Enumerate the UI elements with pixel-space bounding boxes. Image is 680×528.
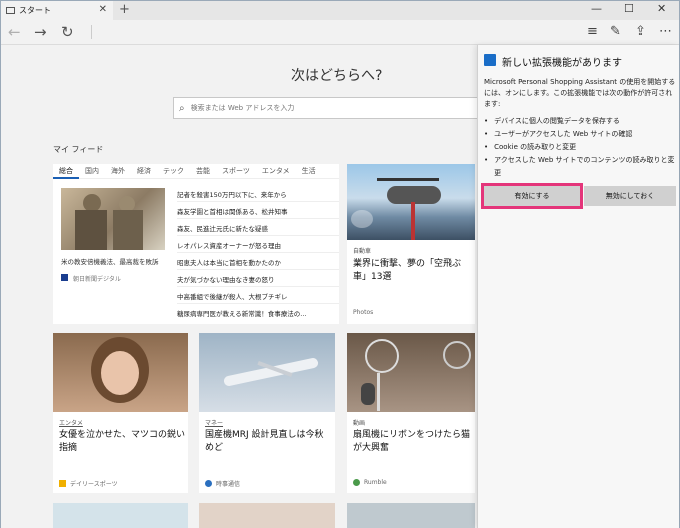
more-icon[interactable]: ⋯ [659,24,672,39]
keep-disabled-button[interactable]: 無効にしておく [584,186,676,206]
search-box[interactable]: ⌕ [173,97,518,119]
news-card-cat[interactable]: 動画 扇風機にリボンをつけたら猫が大興奮 Rumble [347,333,475,493]
card-title: 女優を泣かせた、マツコの鋭い指摘 [59,430,186,453]
headline-row[interactable]: 森友学園と首相は関係ある、松井知事 [177,203,339,219]
close-window-button[interactable]: ✕ [657,2,666,15]
search-input[interactable] [190,104,491,112]
share-icon[interactable]: ⇪ [635,24,646,39]
permission-list: • デバイスに個人の閲覧データを保存する • ユーザーがアクセスした Web サイト… [484,115,676,180]
category-tabs: 総合 国内 海外 経済 テック 芸能 スポーツ エンタメ 生活 [53,164,339,179]
card-title: 扇風機にリボンをつけたら猫が大興奮 [353,430,471,453]
tab-category[interactable]: テック [157,166,190,176]
tab-category[interactable]: 生活 [296,166,322,176]
extension-description: Microsoft Personal Shopping Assistant の使… [484,78,676,108]
tab-category[interactable]: 芸能 [190,166,216,176]
tab-category[interactable]: 経済 [131,166,157,176]
airplane-photo [199,333,335,412]
flying-car-photo [347,164,475,240]
tab-category[interactable]: 国内 [79,166,105,176]
tab-close-icon[interactable]: ✕ [99,4,107,15]
enable-button[interactable]: 有効にする [481,183,583,209]
forward-arrow-icon[interactable]: → [34,23,47,41]
card-source: 時事通信 [205,479,240,488]
main-news-caption[interactable]: 米の教安倍機義法、最高裁を敗訴 [61,256,165,266]
news-photo-statues[interactable] [61,188,165,250]
notes-icon[interactable]: ✎ [610,24,621,39]
source-logo-icon [59,480,66,487]
page-heading: 次はどちらへ? [291,68,383,84]
headline-row[interactable]: 中高番組で後継が殺人、大根ブチギレ [177,288,339,304]
card-tag: 動画 [353,420,366,427]
card-title: 業界に衝撃、夢の「空飛ぶ車」13選 [353,259,462,282]
tab-title: スタート [19,6,51,15]
headline-row[interactable]: 森友、民進辻元氏に新たな疑惑 [177,220,339,236]
card-tag: 自動車 [353,248,372,255]
back-arrow-icon[interactable]: ← [8,23,21,41]
tab-start[interactable]: スタート ✕ [1,1,113,20]
headline-row[interactable]: 昭恵夫人は本当に首相を動かたのか [177,254,339,270]
permission-item: • デバイスに個人の閲覧データを保存する [484,117,620,125]
tab-page-icon [6,7,15,14]
feed-title: マイ フィード [53,145,104,154]
maximize-button[interactable]: ☐ [624,2,634,15]
search-icon: ⌕ [179,102,185,114]
tab-category[interactable]: スポーツ [216,166,256,176]
card-source: Photos [353,309,374,316]
tab-category[interactable]: エンタメ [256,166,296,176]
source-logo-icon [353,479,360,486]
news-card-actress[interactable]: エンタメ 女優を泣かせた、マツコの鋭い指摘 デイリースポーツ [53,333,188,493]
news-card-partial[interactable] [53,503,188,528]
news-card-partial[interactable] [199,503,335,528]
camera-icon [351,210,373,228]
shopping-bag-icon [484,54,496,66]
card-source: Rumble [353,479,387,486]
headline-row[interactable]: 夫が気づかない理由なき妻の怒りTK [177,271,339,287]
minimize-button[interactable]: — [591,2,602,15]
top-news-card: 総合 国内 海外 経済 テック 芸能 スポーツ エンタメ 生活 米の教安倍機義法… [53,164,339,324]
hub-icon[interactable]: ≡ [587,24,598,39]
extension-title: 新しい拡張機能があります [502,58,622,69]
navigation-bar: ← → ↻ ≡ ✎ ⇪ ⋯ [1,20,679,45]
actress-photo [53,333,188,412]
main-news-source: 朝日新聞デジタル [73,276,121,283]
card-title: 国産機MRJ 設計見直しは今秋めど [205,430,324,453]
tab-category[interactable]: 海外 [105,166,131,176]
address-separator [91,25,92,39]
permission-item: • ユーザーがアクセスした Web サイトの確認 [484,130,633,138]
headline-row[interactable]: 糖尿病専門医が教える新常識！食事療法の...[PR] [177,305,339,321]
source-logo-icon [205,480,212,487]
card-source: デイリースポーツ [59,479,118,488]
tab-category[interactable]: 総合 [53,164,79,179]
news-card-mrj[interactable]: マネー 国産機MRJ 設計見直しは今秋めど 時事通信 [199,333,335,493]
refresh-icon[interactable]: ↻ [61,23,74,41]
new-tab-button[interactable]: + [119,2,130,17]
permission-item: • Cookie の読み取りと変更 [484,143,577,151]
headline-row[interactable]: 記者を殺害150万円以下に、来年から [177,186,339,202]
card-tag: マネー [205,420,224,427]
title-bar: スタート ✕ + — ☐ ✕ [1,1,679,20]
browser-window: スタート ✕ + — ☐ ✕ ← → ↻ ≡ ✎ ⇪ ⋯ 次はどちらへ? ⌕ マ… [0,0,680,528]
headline-row[interactable]: レオパレス資産オーナーが怒る理由 [177,237,339,253]
news-card-partial[interactable] [347,503,475,528]
permission-item: • アクセスした Web サイトでのコンテンツの読み取りと変更 [484,156,675,177]
source-logo-icon [61,274,68,281]
card-tag: エンタメ [59,420,83,427]
extension-panel: 新しい拡張機能があります Microsoft Personal Shopping… [477,45,679,528]
flying-car-card[interactable]: 自動車 業界に衝撃、夢の「空飛ぶ車」13選 Photos [347,164,475,324]
cat-fan-photo [347,333,475,412]
